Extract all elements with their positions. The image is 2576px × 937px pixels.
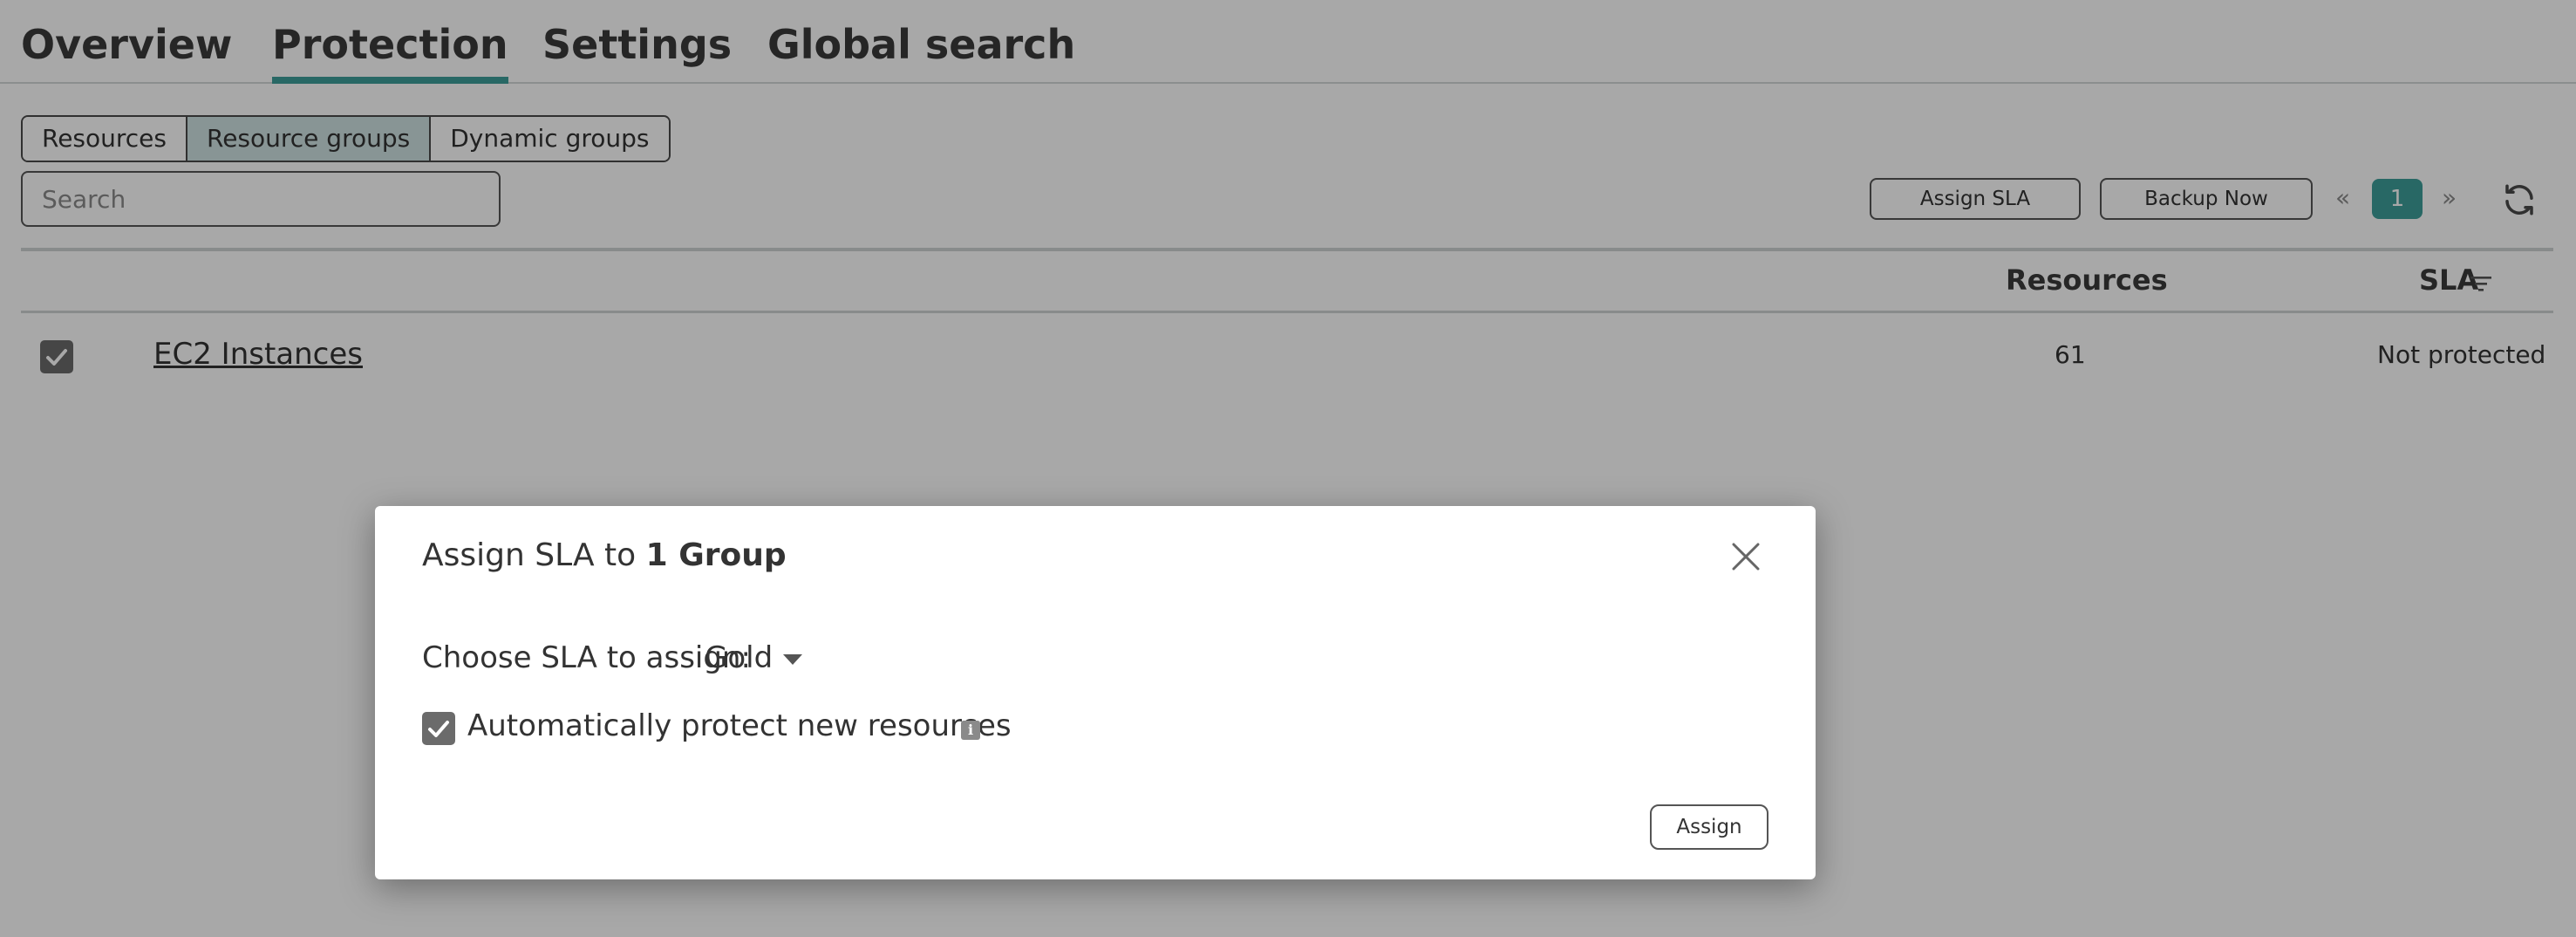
close-icon[interactable] [1728,539,1763,574]
auto-protect-label[interactable]: Automatically protect new resources [467,708,1012,743]
sla-dropdown[interactable]: Gold [705,640,803,675]
assign-sla-dialog: Assign SLA to 1 Group Choose SLA to assi… [375,506,1816,879]
dialog-title-prefix: Assign SLA to [422,537,637,573]
app-page: Overview Protection Settings Global sear… [0,0,2576,937]
choose-sla-label: Choose SLA to assign: [422,640,751,675]
sla-dropdown-value: Gold [705,640,773,675]
checkmark-icon [428,721,449,737]
chevron-down-icon [783,653,803,665]
dialog-title-count: 1 Group [645,537,787,573]
info-icon[interactable]: i [961,721,980,740]
auto-protect-checkbox[interactable] [422,712,455,745]
dialog-title: Assign SLA to 1 Group [422,537,787,573]
assign-button[interactable]: Assign [1650,804,1768,850]
